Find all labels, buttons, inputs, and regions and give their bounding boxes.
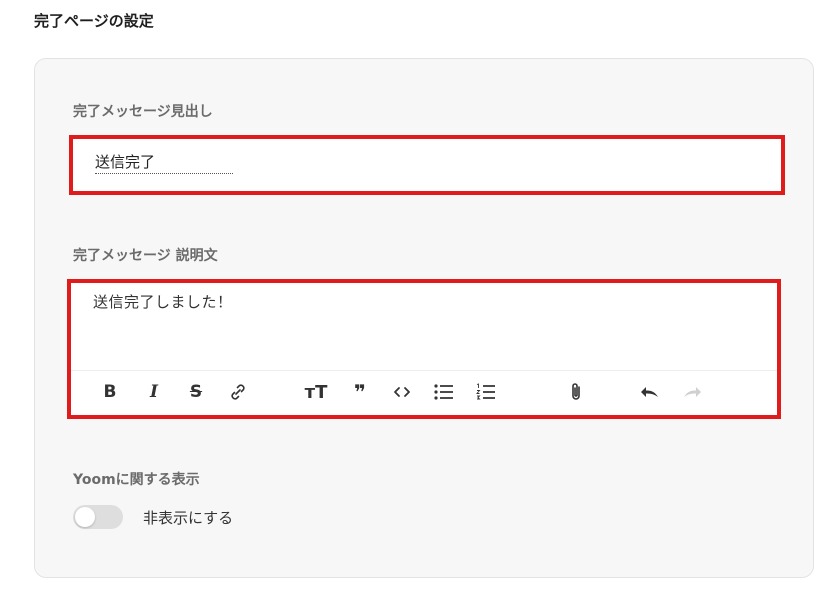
description-editor-frame: 送信完了しました！ B I S ᴛT ❞ — [67, 279, 781, 419]
attachment-button[interactable] — [563, 379, 589, 405]
bold-icon: B — [103, 382, 117, 402]
link-button[interactable] — [225, 379, 251, 405]
undo-button[interactable] — [637, 379, 663, 405]
quote-icon: ❞ — [354, 380, 366, 404]
strikethrough-button[interactable]: S — [183, 379, 209, 405]
text-size-button[interactable]: ᴛT — [303, 379, 329, 405]
settings-card: 完了メッセージ見出し 送信完了 完了メッセージ 説明文 送信完了しました！ B … — [34, 58, 814, 578]
editor-toolbar: B I S ᴛT ❞ — [71, 370, 777, 415]
strikethrough-icon: S — [189, 382, 203, 402]
bullet-list-button[interactable] — [431, 379, 457, 405]
heading-label: 完了メッセージ見出し — [73, 104, 213, 120]
quote-button[interactable]: ❞ — [347, 379, 373, 405]
description-textarea[interactable]: 送信完了しました！ — [93, 291, 233, 312]
bold-button[interactable]: B — [97, 379, 123, 405]
italic-icon: I — [150, 382, 158, 402]
heading-input[interactable]: 送信完了 — [95, 151, 233, 174]
text-size-icon: ᴛT — [304, 381, 328, 403]
bullet-list-icon — [434, 384, 453, 400]
paperclip-icon — [572, 383, 580, 400]
italic-button[interactable]: I — [141, 379, 167, 405]
yoom-display-label: Yoomに関する表示 — [73, 472, 200, 488]
page-title: 完了ページの設定 — [34, 12, 154, 30]
link-icon — [231, 384, 245, 400]
numbered-list-icon — [476, 383, 495, 400]
hide-yoom-toggle[interactable] — [73, 505, 123, 529]
numbered-list-button[interactable] — [473, 379, 499, 405]
undo-icon — [641, 387, 658, 397]
redo-button[interactable] — [679, 379, 705, 405]
hide-yoom-toggle-label: 非表示にする — [143, 509, 234, 527]
redo-icon — [684, 387, 701, 397]
code-button[interactable] — [389, 379, 415, 405]
description-label: 完了メッセージ 説明文 — [73, 248, 218, 264]
heading-field-frame: 送信完了 — [69, 135, 785, 195]
toggle-knob — [75, 507, 95, 527]
code-icon — [394, 387, 410, 397]
